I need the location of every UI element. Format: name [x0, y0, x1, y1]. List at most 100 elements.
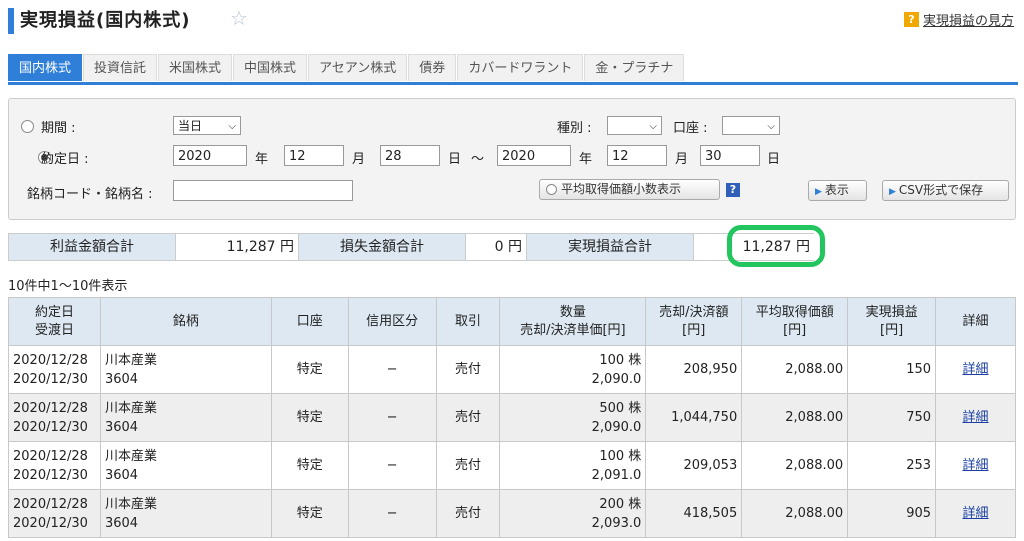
col-header-avg-price: 平均取得価額 [円]: [741, 297, 849, 346]
dates-cell: 2020/12/28 2020/12/30: [8, 441, 101, 490]
help-icon: ?: [903, 12, 919, 27]
month-label: 月: [352, 152, 366, 167]
margin-cell: −: [347, 393, 437, 442]
help-link-group[interactable]: ? 実現損益の見方: [903, 10, 1014, 29]
table-row: 2020/12/28 2020/12/30 川本産業 3604 特定 − 売付 10…: [8, 441, 1016, 490]
highlight-circle: [727, 225, 825, 267]
range-tilde: 〜: [471, 152, 485, 167]
result-count: 10件中1〜10件表示: [8, 279, 128, 294]
stock-cell: 川本産業 3604: [99, 345, 272, 394]
stock-name: 川本産業: [104, 352, 157, 368]
radio-icon: [546, 184, 557, 195]
settle-date: 2020/12/30: [13, 467, 88, 483]
quantity: 200 株: [599, 496, 642, 512]
table-row: 2020/12/28 2020/12/30 川本産業 3604 特定 − 売付 50…: [8, 393, 1016, 442]
unit-price: 2,091.0: [591, 467, 642, 483]
tab-us-stocks[interactable]: 米国株式: [158, 54, 233, 81]
day-label: 日: [767, 152, 781, 167]
settle-date: 2020/12/30: [13, 371, 88, 387]
title-accent-bar: [8, 8, 14, 34]
period-label: 期間 :: [41, 121, 76, 136]
show-button-label: 表示: [824, 183, 849, 197]
play-icon: ▶: [889, 187, 896, 197]
col-header-qty: 数量: [559, 304, 586, 320]
stock-name: 川本産業: [104, 496, 157, 512]
trade-date: 2020/12/28: [13, 448, 88, 464]
stock-code: 3604: [104, 515, 139, 531]
from-month-input[interactable]: 12: [284, 145, 344, 166]
col-header-trade-date: 約定日: [34, 304, 74, 320]
detail-cell: 詳細: [935, 489, 1016, 538]
tab-domestic-stocks[interactable]: 国内株式: [8, 54, 83, 81]
col-header-pl-unit: [円]: [880, 322, 904, 338]
stock-search-input[interactable]: [173, 180, 353, 201]
help-icon[interactable]: ?: [726, 183, 740, 197]
show-button[interactable]: ▶ 表示: [808, 180, 867, 201]
unit-price: 2,093.0: [591, 515, 642, 531]
avg-price-cell: 2,088.00: [741, 441, 849, 490]
from-day-input[interactable]: 28: [380, 145, 440, 166]
col-header-stock: 銘柄: [99, 297, 272, 346]
tab-gold-platinum[interactable]: 金・プラチナ: [584, 54, 685, 81]
detail-link[interactable]: 詳細: [963, 506, 989, 521]
col-header-avg-label: 平均取得価額: [755, 304, 834, 320]
settle-date: 2020/12/30: [13, 419, 88, 435]
type-select[interactable]: ⌵: [607, 116, 662, 135]
realized-pl-cell: 750: [847, 393, 937, 442]
tab-investment-trusts[interactable]: 投資信託: [83, 54, 158, 81]
table-header-row: 約定日 受渡日 銘柄 口座 信用区分 取引 数量 売却/決済単価[円] 売却/決済額…: [8, 297, 1016, 346]
chevron-down-icon: ⌵: [649, 121, 657, 132]
col-header-sale-amount: 売却/決済額 [円]: [645, 297, 743, 346]
dates-cell: 2020/12/28 2020/12/30: [8, 489, 101, 538]
filter-panel: 期間 : 当日 ⌵ 種別 : ⌵ 口座 : ⌵ 約定日 : 2020 年 12 月…: [8, 98, 1016, 220]
detail-link[interactable]: 詳細: [963, 410, 989, 425]
stock-cell: 川本産業 3604: [99, 489, 272, 538]
col-header-pl-label: 実現損益: [865, 304, 918, 320]
tab-bonds[interactable]: 債券: [408, 54, 457, 81]
to-day-input[interactable]: 30: [700, 145, 760, 166]
account-cell: 特定: [270, 393, 349, 442]
period-select[interactable]: 当日 ⌵: [173, 116, 241, 135]
profit-total-label: 利益金額合計: [8, 233, 176, 261]
trade-date-label: 約定日 :: [41, 152, 89, 167]
stock-code: 3604: [104, 371, 139, 387]
csv-save-button[interactable]: ▶ CSV形式で保存: [882, 180, 1009, 201]
account-select[interactable]: ⌵: [722, 116, 780, 135]
help-link[interactable]: 実現損益の見方: [923, 14, 1014, 29]
realized-pl-cell: 253: [847, 441, 937, 490]
realized-pl-cell: 150: [847, 345, 937, 394]
trades-table: 約定日 受渡日 銘柄 口座 信用区分 取引 数量 売却/決済単価[円] 売却/決済額…: [8, 297, 1016, 538]
from-year-input[interactable]: 2020: [173, 145, 247, 166]
account-label: 口座 :: [673, 121, 708, 136]
star-icon[interactable]: ☆: [230, 6, 248, 30]
unit-price: 2,090.0: [591, 419, 642, 435]
period-select-value: 当日: [178, 119, 203, 133]
tab-china-stocks[interactable]: 中国株式: [233, 54, 308, 81]
quantity: 100 株: [599, 352, 642, 368]
table-row: 2020/12/28 2020/12/30 川本産業 3604 特定 − 売付 20…: [8, 489, 1016, 538]
margin-cell: −: [347, 489, 437, 538]
to-year-input[interactable]: 2020: [497, 145, 571, 166]
tab-asean-stocks[interactable]: アセアン株式: [308, 54, 408, 81]
margin-cell: −: [347, 345, 437, 394]
detail-cell: 詳細: [935, 441, 1016, 490]
col-header-dates: 約定日 受渡日: [8, 297, 101, 346]
decimal-display-button[interactable]: 平均取得価額小数表示: [539, 179, 720, 200]
year-label: 年: [255, 152, 269, 167]
quantity-cell: 500 株 2,090.0: [499, 393, 647, 442]
sale-amount-cell: 209,053: [645, 441, 743, 490]
stock-name: 川本産業: [104, 400, 157, 416]
to-month-input[interactable]: 12: [607, 145, 667, 166]
trade-cell: 売付: [435, 489, 501, 538]
sale-amount-cell: 1,044,750: [645, 393, 743, 442]
csv-save-label: CSV形式で保存: [898, 183, 984, 197]
dates-cell: 2020/12/28 2020/12/30: [8, 345, 101, 394]
detail-link[interactable]: 詳細: [963, 458, 989, 473]
tab-covered-warrants[interactable]: カバードワラント: [457, 54, 584, 81]
detail-link[interactable]: 詳細: [963, 362, 989, 377]
avg-price-cell: 2,088.00: [741, 489, 849, 538]
trade-date: 2020/12/28: [13, 400, 88, 416]
col-header-sale-unit: [円]: [682, 322, 706, 338]
period-radio[interactable]: [21, 120, 34, 133]
margin-cell: −: [347, 441, 437, 490]
